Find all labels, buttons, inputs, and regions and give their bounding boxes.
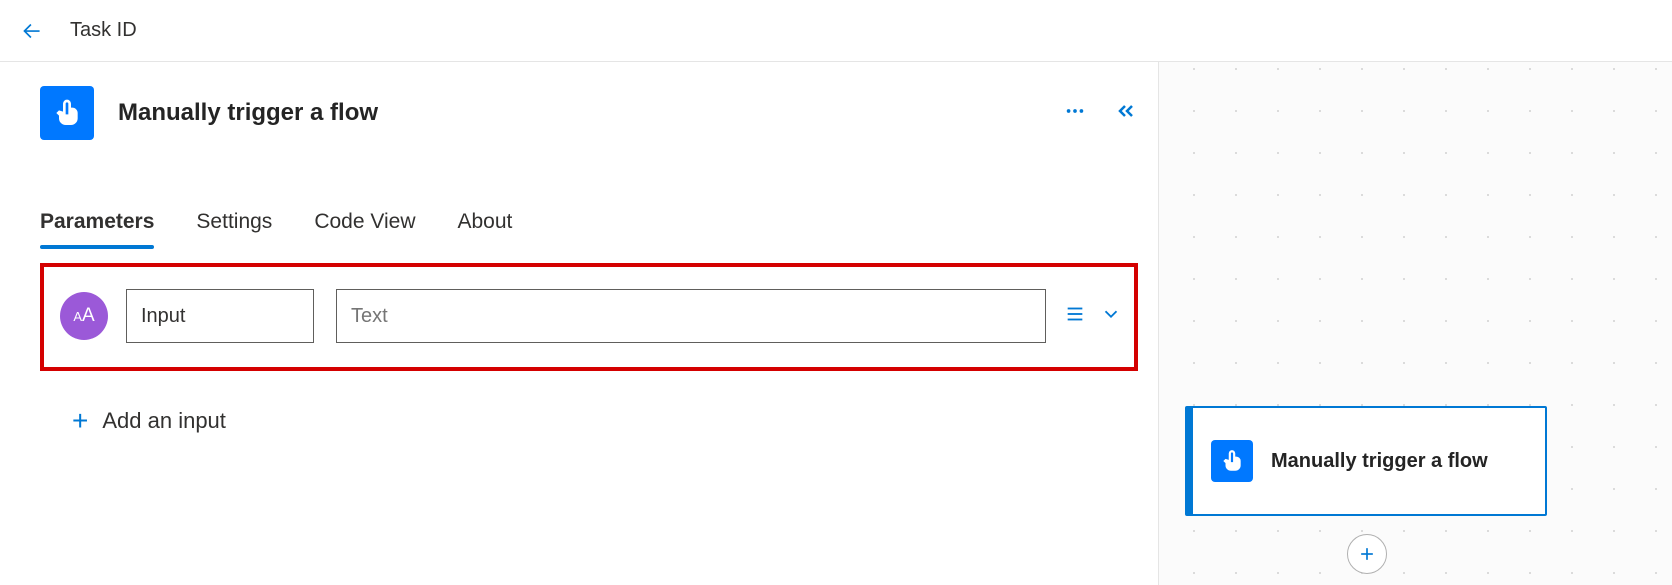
more-options-button[interactable] — [1064, 100, 1086, 127]
input-row-highlight: AA — [40, 263, 1138, 371]
top-bar: Task ID — [0, 0, 1672, 62]
touch-icon — [51, 97, 83, 129]
canvas-node-icon-container — [1211, 440, 1253, 482]
input-list-button[interactable] — [1064, 303, 1086, 330]
tab-settings[interactable]: Settings — [196, 210, 272, 248]
add-input-button[interactable]: + Add an input — [72, 405, 1138, 437]
tab-list: Parameters Settings Code View About — [40, 210, 1138, 249]
plus-icon: + — [72, 405, 88, 437]
page-title: Task ID — [70, 19, 137, 42]
trigger-title: Manually trigger a flow — [118, 99, 378, 127]
tab-code-view[interactable]: Code View — [314, 210, 415, 248]
back-button[interactable] — [16, 15, 48, 47]
flow-canvas[interactable]: Manually trigger a flow — [1158, 62, 1672, 585]
collapse-panel-button[interactable] — [1114, 99, 1138, 128]
list-icon — [1064, 303, 1086, 325]
input-value-field[interactable] — [336, 289, 1046, 343]
touch-icon — [1219, 448, 1245, 474]
canvas-trigger-node[interactable]: Manually trigger a flow — [1185, 406, 1547, 516]
panel-header-left: Manually trigger a flow — [40, 86, 378, 140]
main-area: Manually trigger a flow Parameters Setti… — [0, 62, 1672, 585]
trigger-icon-container — [40, 86, 94, 140]
config-panel: Manually trigger a flow Parameters Setti… — [0, 62, 1158, 585]
panel-header-actions — [1064, 99, 1138, 128]
panel-header: Manually trigger a flow — [40, 86, 1138, 140]
canvas-node-title: Manually trigger a flow — [1271, 448, 1488, 474]
text-type-badge: AA — [60, 292, 108, 340]
input-dropdown-button[interactable] — [1100, 303, 1122, 330]
add-step-button[interactable] — [1347, 534, 1387, 574]
tab-about[interactable]: About — [458, 210, 513, 248]
input-name-field[interactable] — [126, 289, 314, 343]
add-input-label: Add an input — [102, 408, 226, 434]
plus-icon — [1357, 544, 1377, 564]
more-horizontal-icon — [1064, 100, 1086, 122]
chevron-down-icon — [1100, 303, 1122, 325]
tab-parameters[interactable]: Parameters — [40, 210, 154, 248]
arrow-left-icon — [19, 18, 45, 44]
input-row-actions — [1064, 303, 1122, 330]
chevron-double-left-icon — [1114, 99, 1138, 123]
